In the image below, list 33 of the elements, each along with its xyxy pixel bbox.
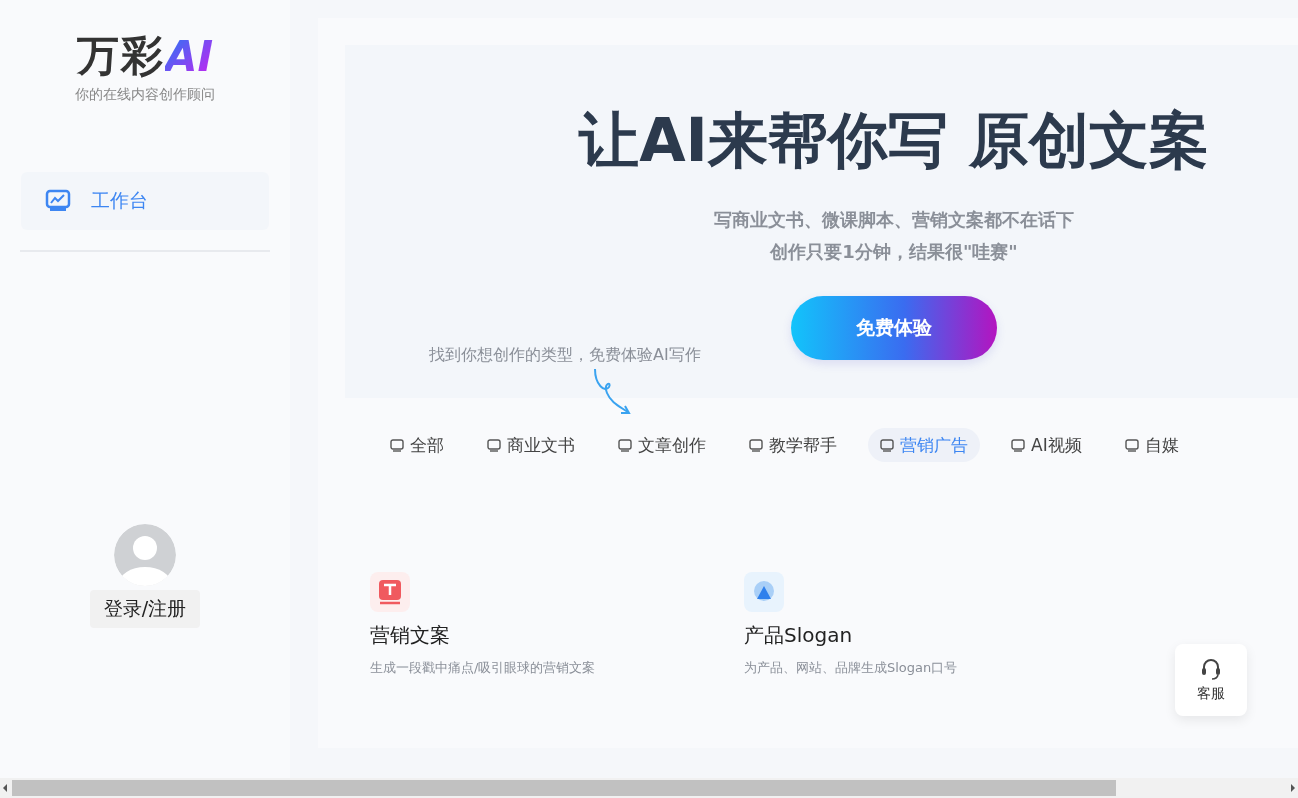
- free-trial-button[interactable]: 免费体验: [791, 296, 997, 360]
- hero-title: 让AI来帮你写 原创文案: [579, 104, 1209, 177]
- hero-subtitle: 写商业文书、微课脚本、营销文案都不在话下: [714, 208, 1074, 232]
- hero-subtitle: 创作只要1分钟，结果很"哇赛": [770, 240, 1018, 264]
- monitor-icon: [487, 438, 501, 452]
- logo-text: 万彩: [76, 30, 165, 82]
- headset-icon: [1200, 657, 1222, 681]
- tool-card[interactable]: 营销文案 生成一段戳中痛点/吸引眼球的营销文案: [370, 572, 744, 677]
- tool-card[interactable]: 产品Slogan 为产品、网站、品牌生成Slogan口号: [744, 572, 1118, 677]
- monitor-icon: [390, 438, 404, 452]
- monitor-icon: [1124, 438, 1139, 452]
- category-tab[interactable]: 全部: [378, 428, 456, 462]
- customer-service-button[interactable]: 客服: [1175, 644, 1247, 716]
- tool-title: 营销文案: [370, 622, 451, 649]
- monitor-icon: [749, 438, 763, 452]
- monitor-icon: [618, 438, 632, 452]
- tool-description: 生成一段戳中痛点/吸引眼球的营销文案: [370, 659, 597, 677]
- category-tab[interactable]: 商业文书: [475, 428, 587, 462]
- category-tab[interactable]: 自媒: [1112, 428, 1191, 462]
- login-button[interactable]: 登录/注册: [89, 590, 201, 628]
- monitor-icon: [880, 438, 894, 452]
- tagline: 你的在线内容创作顾问: [75, 86, 215, 104]
- chart-icon: [45, 189, 71, 213]
- tool-description: 为产品、网站、品牌生成Slogan口号: [744, 659, 959, 677]
- hint-text: 找到你想创作的类型，免费体验AI写作: [429, 345, 701, 366]
- horizontal-scrollbar[interactable]: [0, 778, 1298, 798]
- category-tab[interactable]: 教学帮手: [737, 428, 849, 462]
- tool-title: 产品Slogan: [744, 622, 854, 649]
- category-tab[interactable]: AI视频: [999, 428, 1094, 462]
- text-icon: [370, 572, 410, 612]
- signal-icon: [744, 572, 784, 612]
- category-tab[interactable]: 文章创作: [606, 428, 718, 462]
- monitor-icon: [1011, 438, 1025, 452]
